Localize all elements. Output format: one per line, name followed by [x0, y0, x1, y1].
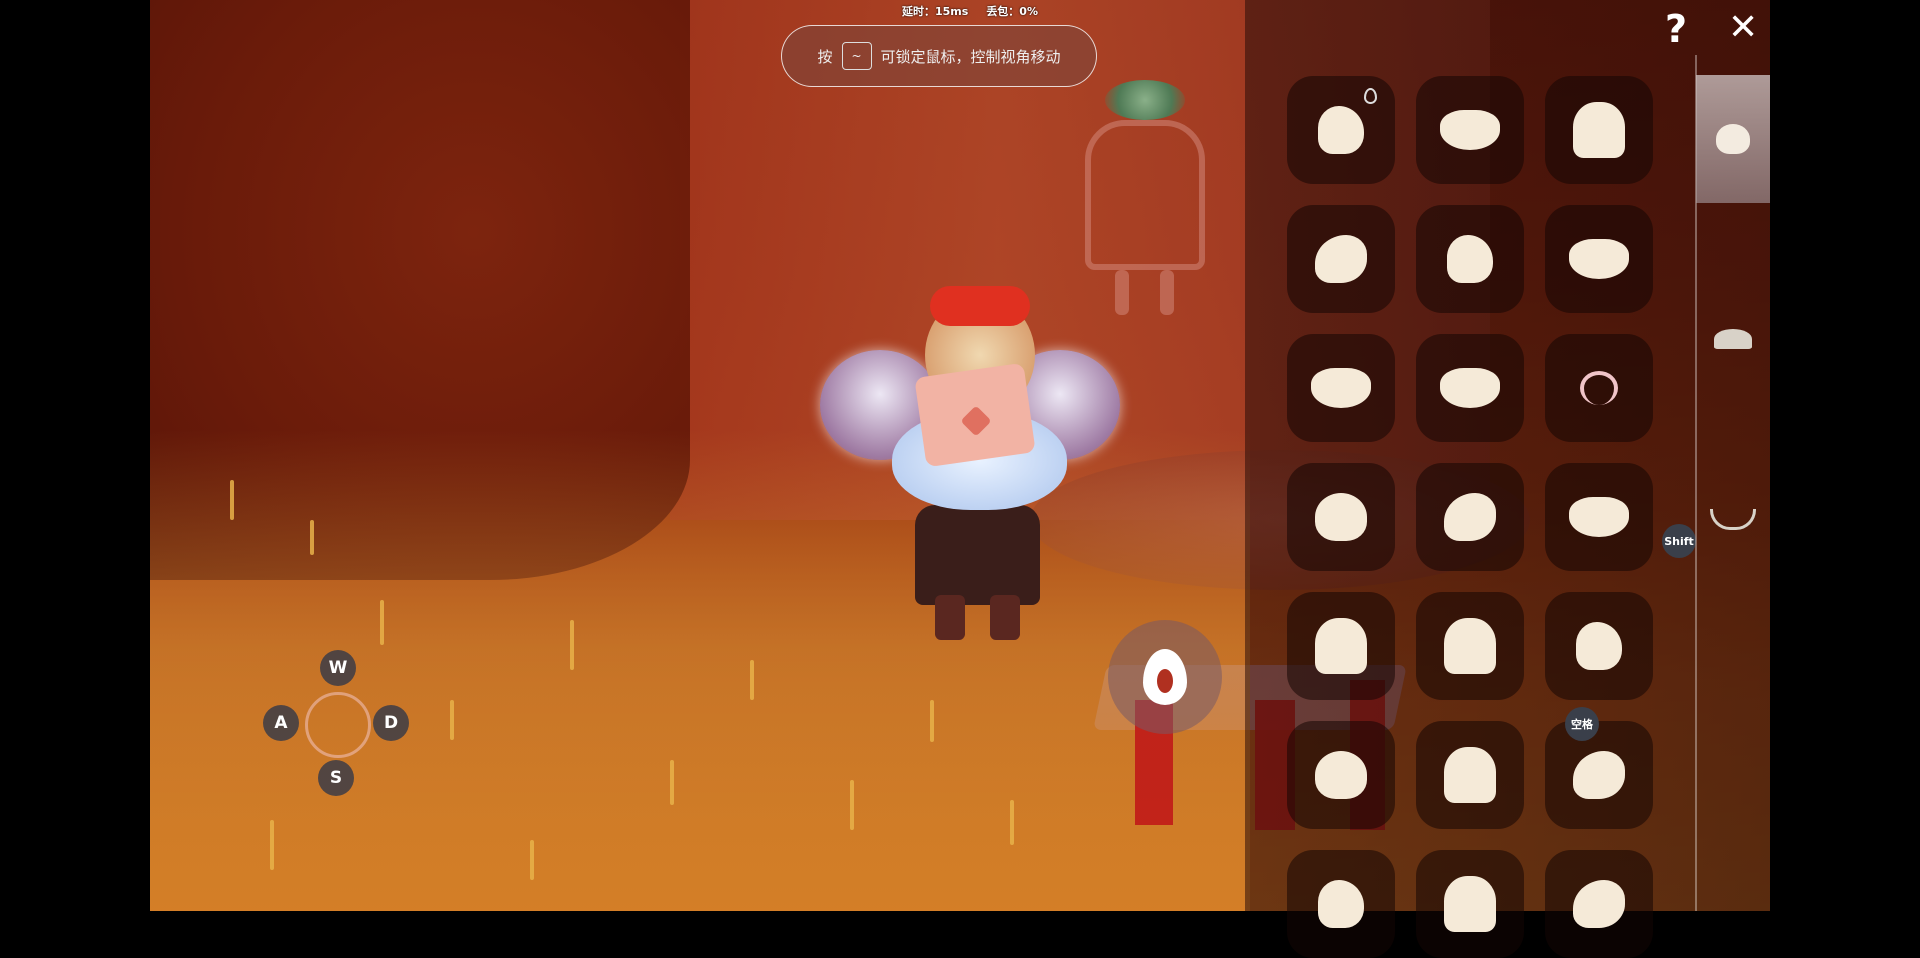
- hair-icon: [1311, 368, 1371, 408]
- hairstyle-slot[interactable]: [1416, 76, 1524, 184]
- red-bow: [930, 286, 1030, 326]
- hair-icon: [1576, 622, 1622, 670]
- hairstyle-grid: [1287, 76, 1687, 958]
- spirit-body: [1085, 120, 1205, 270]
- hairstyle-slot[interactable]: [1545, 721, 1653, 829]
- player-character: [820, 280, 1120, 660]
- latency-text: 延时：15ms: [901, 5, 969, 18]
- key-d[interactable]: D: [373, 705, 409, 741]
- flame-icon: [1143, 649, 1187, 705]
- hair-icon: [1444, 493, 1496, 541]
- tilde-key-icon: ~: [841, 42, 872, 70]
- grass-blade: [1010, 800, 1014, 845]
- dye-drop-icon: [1364, 88, 1377, 104]
- hair-icon: [1440, 368, 1500, 408]
- hint-prefix: 按: [817, 47, 833, 66]
- grass-blade: [850, 780, 854, 830]
- hair-icon: [1315, 751, 1367, 799]
- hint-text: 可锁定鼠标，控制视角移动: [880, 47, 1061, 66]
- tab-hat[interactable]: [1696, 275, 1770, 403]
- hairstyle-slot[interactable]: [1416, 463, 1524, 571]
- hairstyle-slot[interactable]: [1416, 205, 1524, 313]
- horns-icon: [1710, 508, 1756, 530]
- help-button[interactable]: ?: [1665, 10, 1687, 48]
- hair-icon: [1444, 747, 1496, 803]
- hairstyle-slot[interactable]: [1416, 850, 1524, 958]
- grass-blade: [530, 840, 534, 880]
- hairstyle-slot[interactable]: [1287, 463, 1395, 571]
- headband-icon: [1580, 371, 1618, 405]
- key-s[interactable]: S: [318, 760, 354, 796]
- grass-blade: [270, 820, 274, 870]
- hair-icon: [1315, 493, 1367, 541]
- hairstyle-slot[interactable]: [1545, 334, 1653, 442]
- hairstyle-slot[interactable]: [1416, 721, 1524, 829]
- hairstyle-slot[interactable]: [1287, 592, 1395, 700]
- grass-blade: [570, 620, 574, 670]
- hair-icon: [1440, 110, 1500, 150]
- outfit-panel: ? ✕ Shift 空格: [1245, 0, 1770, 958]
- grass-blade: [750, 660, 754, 700]
- close-button[interactable]: ✕: [1728, 10, 1758, 46]
- hairstyle-slot[interactable]: [1287, 721, 1395, 829]
- key-w[interactable]: W: [320, 650, 356, 686]
- hairstyle-slot[interactable]: [1545, 76, 1653, 184]
- network-stats: 延时：15ms 丢包：0%: [870, 3, 1070, 19]
- hair-icon: [1318, 880, 1364, 928]
- mouse-lock-hint: 按 ~ 可锁定鼠标，控制视角移动: [781, 25, 1097, 87]
- hairstyle-slot[interactable]: [1287, 205, 1395, 313]
- hairstyle-slot[interactable]: [1416, 334, 1524, 442]
- movement-keys[interactable]: W A D S: [260, 650, 420, 800]
- character-pants: [915, 505, 1040, 605]
- spirit-crown: [1105, 80, 1185, 120]
- hairstyle-slot[interactable]: [1287, 76, 1395, 184]
- spirit-leg: [1160, 270, 1174, 315]
- shift-key-badge[interactable]: Shift: [1662, 524, 1696, 558]
- fire-button[interactable]: [1108, 620, 1222, 734]
- spirit-silhouette: [1075, 80, 1215, 315]
- hair-icon: [1573, 880, 1625, 928]
- joystick-ring[interactable]: [305, 692, 371, 758]
- tab-hair[interactable]: [1696, 75, 1770, 203]
- hairstyle-slot[interactable]: [1545, 205, 1653, 313]
- packet-loss-text: 丢包：0%: [986, 5, 1038, 18]
- hair-icon: [1716, 124, 1750, 154]
- hair-icon: [1447, 235, 1493, 283]
- grass-blade: [230, 480, 234, 520]
- hair-icon: [1318, 106, 1364, 154]
- hairstyle-slot[interactable]: [1545, 592, 1653, 700]
- hair-icon: [1315, 235, 1367, 283]
- hairstyle-slot[interactable]: [1545, 463, 1653, 571]
- hair-icon: [1573, 102, 1625, 158]
- hair-icon: [1573, 751, 1625, 799]
- hair-icon: [1315, 618, 1367, 674]
- hair-icon: [1569, 497, 1629, 537]
- hat-icon: [1714, 329, 1752, 349]
- grass-blade: [930, 700, 934, 742]
- grass-blade: [310, 520, 314, 555]
- grass-blade: [380, 600, 384, 645]
- tab-horns[interactable]: [1696, 455, 1770, 583]
- grass-blade: [450, 700, 454, 740]
- hairstyle-slot[interactable]: [1545, 850, 1653, 958]
- hairstyle-slot[interactable]: [1287, 334, 1395, 442]
- hairstyle-slot[interactable]: [1416, 592, 1524, 700]
- hairstyle-slot[interactable]: [1287, 850, 1395, 958]
- character-boot: [990, 595, 1020, 640]
- hair-icon: [1569, 239, 1629, 279]
- key-a[interactable]: A: [263, 705, 299, 741]
- hair-icon: [1444, 618, 1496, 674]
- grass-blade: [670, 760, 674, 805]
- hair-icon: [1444, 876, 1496, 932]
- category-tabs: [1696, 75, 1770, 911]
- character-boot: [935, 595, 965, 640]
- space-key-badge[interactable]: 空格: [1565, 707, 1599, 741]
